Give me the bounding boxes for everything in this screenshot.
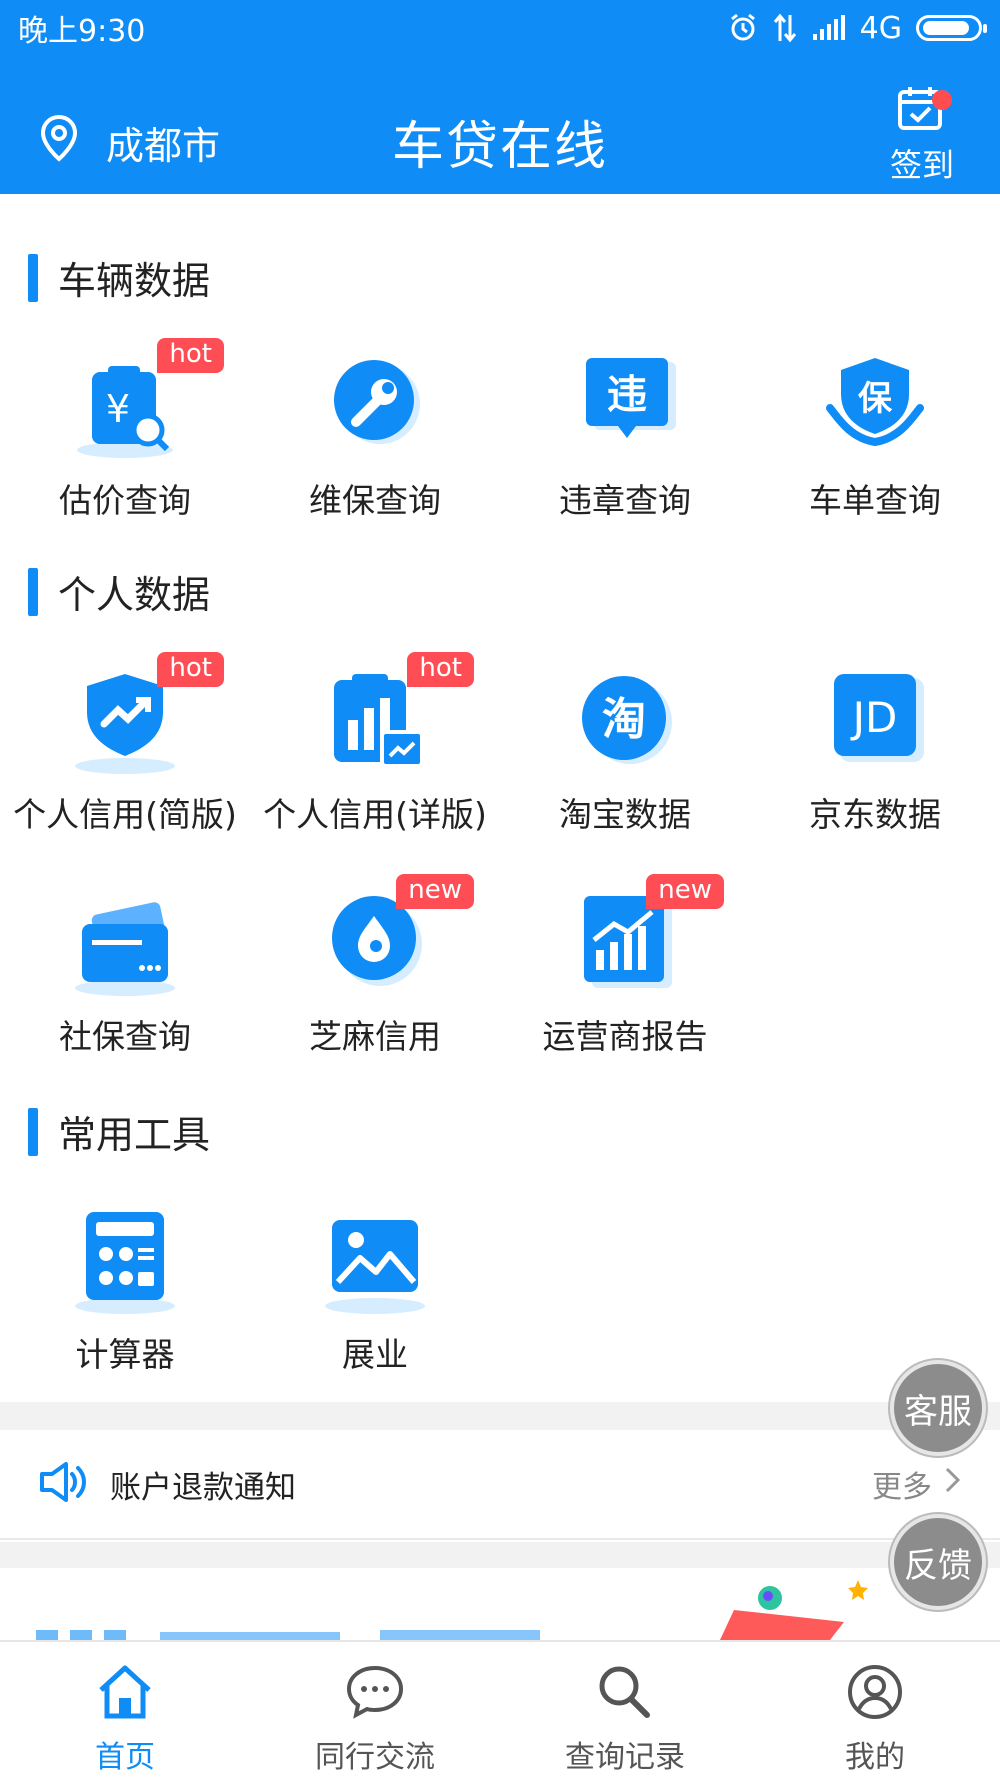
tile-label: 运营商报告 <box>542 1017 708 1056</box>
shield-chart-icon: hot <box>70 652 224 776</box>
section-title-text: 个人数据 <box>58 573 211 617</box>
tab-label: 首页 <box>95 1740 155 1775</box>
banner-art-icon <box>36 1580 868 1640</box>
tile-label: 车单查询 <box>809 481 941 520</box>
section-accent-bar <box>28 567 38 616</box>
valuation-icon: ¥ hot <box>70 338 224 462</box>
section-title-vehicle: 车辆数据 <box>28 250 210 305</box>
tile-taobao[interactable]: 淘 淘宝数据 <box>500 666 750 836</box>
hot-badge: hot <box>157 652 224 687</box>
customer-service-label: 客服 <box>904 1391 972 1432</box>
status-icons: 4G <box>728 10 987 46</box>
hot-badge: hot <box>157 338 224 373</box>
tile-credit-simple[interactable]: hot 个人信用(简版) <box>0 652 250 836</box>
trend-icon: new <box>570 874 724 998</box>
svg-text:保: 保 <box>858 379 893 419</box>
tile-violation[interactable]: 违 违章查询 <box>500 352 750 522</box>
tile-credit-detailed[interactable]: hot 个人信用(详版) <box>250 652 500 836</box>
tab-community[interactable]: 同行交流 <box>250 1642 500 1777</box>
user-icon <box>845 1664 905 1724</box>
new-badge: new <box>646 874 724 909</box>
tab-label: 我的 <box>845 1740 905 1775</box>
tile-label: 个人信用(简版) <box>13 795 237 834</box>
tile-label: 估价查询 <box>59 481 191 520</box>
image-icon <box>320 1206 430 1316</box>
tile-label: 淘宝数据 <box>559 795 691 834</box>
tab-label: 查询记录 <box>565 1740 685 1775</box>
tile-label: 个人信用(详版) <box>263 795 487 834</box>
section-accent-bar <box>28 253 38 302</box>
tile-label: 社保查询 <box>59 1017 191 1056</box>
tile-label: 芝麻信用 <box>309 1017 441 1056</box>
tab-query-history[interactable]: 查询记录 <box>500 1642 750 1777</box>
section-accent-bar <box>28 1107 38 1156</box>
speaker-icon <box>38 1460 88 1508</box>
tile-jd[interactable]: JD 京东数据 <box>750 666 1000 836</box>
alarm-icon <box>728 13 758 43</box>
promo-banner[interactable] <box>0 1568 1000 1640</box>
tile-marketing[interactable]: 展业 <box>250 1206 500 1376</box>
chevron-right-icon <box>944 1466 962 1502</box>
search-icon <box>595 1664 655 1724</box>
notice-bar[interactable]: 账户退款通知 更多 <box>0 1430 1000 1540</box>
tile-carrier-report[interactable]: new 运营商报告 <box>500 874 750 1058</box>
hot-badge: hot <box>407 652 474 687</box>
tile-calculator[interactable]: 计算器 <box>0 1206 250 1376</box>
notification-dot <box>932 90 952 110</box>
tab-home[interactable]: 首页 <box>0 1642 250 1777</box>
checkin-label: 签到 <box>889 146 954 184</box>
section-title-tools: 常用工具 <box>28 1104 210 1159</box>
section-title-personal: 个人数据 <box>28 564 210 619</box>
status-time: 晚上9:30 <box>18 14 146 49</box>
notice-more-link[interactable]: 更多 <box>872 1462 962 1506</box>
bottom-tab-bar: 首页 同行交流 查询记录 我的 <box>0 1640 1000 1777</box>
checkin-button[interactable]: 签到 <box>884 84 960 186</box>
feedback-label: 反馈 <box>904 1545 972 1586</box>
bar-chart-icon: hot <box>320 652 474 776</box>
home-icon <box>95 1664 155 1724</box>
tab-profile[interactable]: 我的 <box>750 1642 1000 1777</box>
svg-text:淘: 淘 <box>602 694 646 745</box>
wrench-icon <box>320 352 430 462</box>
status-bar: 晚上9:30 4G <box>0 0 1000 56</box>
new-badge: new <box>396 874 474 909</box>
tile-social-security[interactable]: 社保查询 <box>0 888 250 1058</box>
tile-insurance[interactable]: 保 车单查询 <box>750 352 1000 522</box>
tile-label: 计算器 <box>75 1335 175 1374</box>
svg-text:¥: ¥ <box>106 387 130 431</box>
card-icon <box>70 888 180 998</box>
more-label: 更多 <box>872 1470 932 1505</box>
chat-bubble-icon <box>345 1664 405 1724</box>
taobao-icon: 淘 <box>570 666 680 776</box>
svg-text:违: 违 <box>607 372 647 418</box>
tile-valuation[interactable]: ¥ hot 估价查询 <box>0 338 250 522</box>
section-separator <box>0 1542 1000 1568</box>
tile-label: 京东数据 <box>809 795 941 834</box>
insurance-icon: 保 <box>820 352 930 462</box>
calculator-icon <box>70 1206 180 1316</box>
tile-label: 展业 <box>342 1335 408 1374</box>
data-transfer-icon <box>772 13 798 43</box>
tile-label: 维保查询 <box>309 481 441 520</box>
tile-maintenance[interactable]: 维保查询 <box>250 352 500 522</box>
section-title-text: 车辆数据 <box>58 259 211 303</box>
section-separator <box>0 1402 1000 1430</box>
tile-label: 违章查询 <box>559 481 691 520</box>
violation-icon: 违 <box>570 352 680 462</box>
signal-icon <box>812 14 846 42</box>
section-title-text: 常用工具 <box>58 1113 211 1157</box>
page-title: 车贷在线 <box>391 117 608 177</box>
battery-icon <box>916 15 987 41</box>
svg-text:JD: JD <box>850 693 898 742</box>
app-header: 晚上9:30 4G 成都市 车贷在线 签到 <box>0 0 1000 194</box>
nav-row: 成都市 车贷在线 签到 <box>0 84 1000 194</box>
tile-sesame-credit[interactable]: new 芝麻信用 <box>250 874 500 1058</box>
customer-service-button[interactable]: 客服 <box>890 1360 986 1456</box>
feedback-button[interactable]: 反馈 <box>890 1514 986 1610</box>
network-type: 4G <box>859 10 902 46</box>
jd-icon: JD <box>820 666 930 776</box>
sesame-icon: new <box>320 874 474 998</box>
notice-text: 账户退款通知 <box>110 1469 296 1506</box>
tab-label: 同行交流 <box>315 1740 435 1775</box>
